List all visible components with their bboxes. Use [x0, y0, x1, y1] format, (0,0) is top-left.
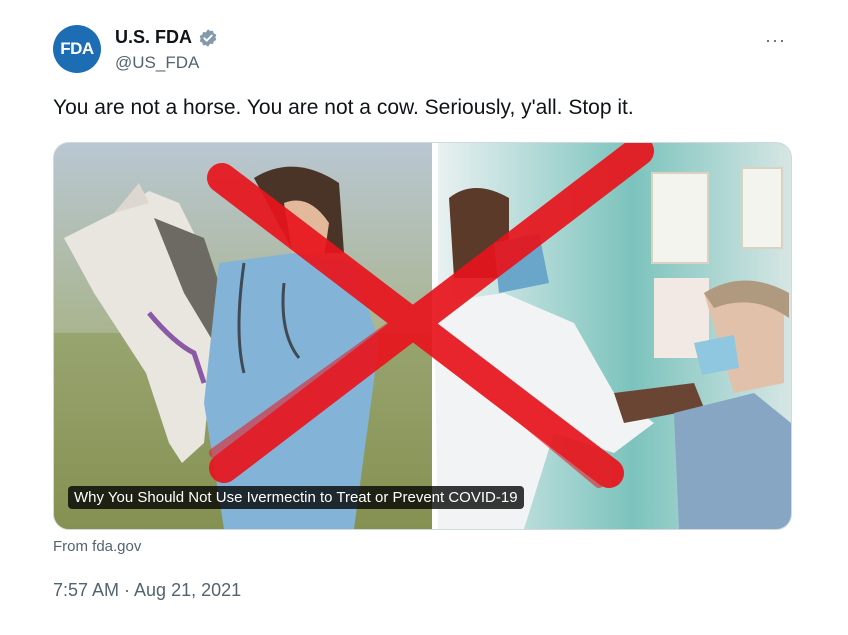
author-name-row: U.S. FDA	[115, 27, 218, 48]
card-source[interactable]: From fda.gov	[53, 538, 141, 555]
avatar-text: FDA	[60, 39, 94, 58]
author-avatar[interactable]: FDA	[53, 25, 101, 73]
tweet-text: You are not a horse. You are not a cow. …	[53, 96, 634, 119]
link-card[interactable]: Why You Should Not Use Ivermectin to Tre…	[53, 142, 792, 530]
more-options-icon[interactable]: ···	[765, 30, 786, 51]
tweet-timestamp[interactable]: 7:57 AM · Aug 21, 2021	[53, 580, 241, 601]
verified-badge-icon	[199, 28, 217, 47]
display-name[interactable]: U.S. FDA	[115, 27, 192, 48]
author-handle[interactable]: @US_FDA	[115, 53, 199, 73]
card-title: Why You Should Not Use Ivermectin to Tre…	[68, 486, 524, 509]
card-image	[54, 143, 791, 529]
